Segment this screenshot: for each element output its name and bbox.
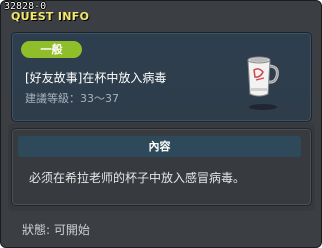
quest-info-window: 32828-0 QUEST INFO 一般 [好友故事]在杯中放入病毒 建議等級… xyxy=(0,0,322,248)
category-badge: 一般 xyxy=(21,41,82,58)
quest-status: 狀態: 可開始 xyxy=(22,223,90,237)
recommended-level: 建議等級：33～37 xyxy=(25,92,119,105)
window-title: QUEST INFO xyxy=(11,10,90,23)
title-bar[interactable]: 32828-0 QUEST INFO xyxy=(1,1,321,25)
quest-name: [好友故事]在杯中放入病毒 xyxy=(25,71,167,85)
cup-icon xyxy=(247,56,279,110)
quest-description: 必须在希拉老师的杯子中放入感冒病毒。 xyxy=(29,171,246,185)
content-header: 內容 xyxy=(18,136,301,157)
